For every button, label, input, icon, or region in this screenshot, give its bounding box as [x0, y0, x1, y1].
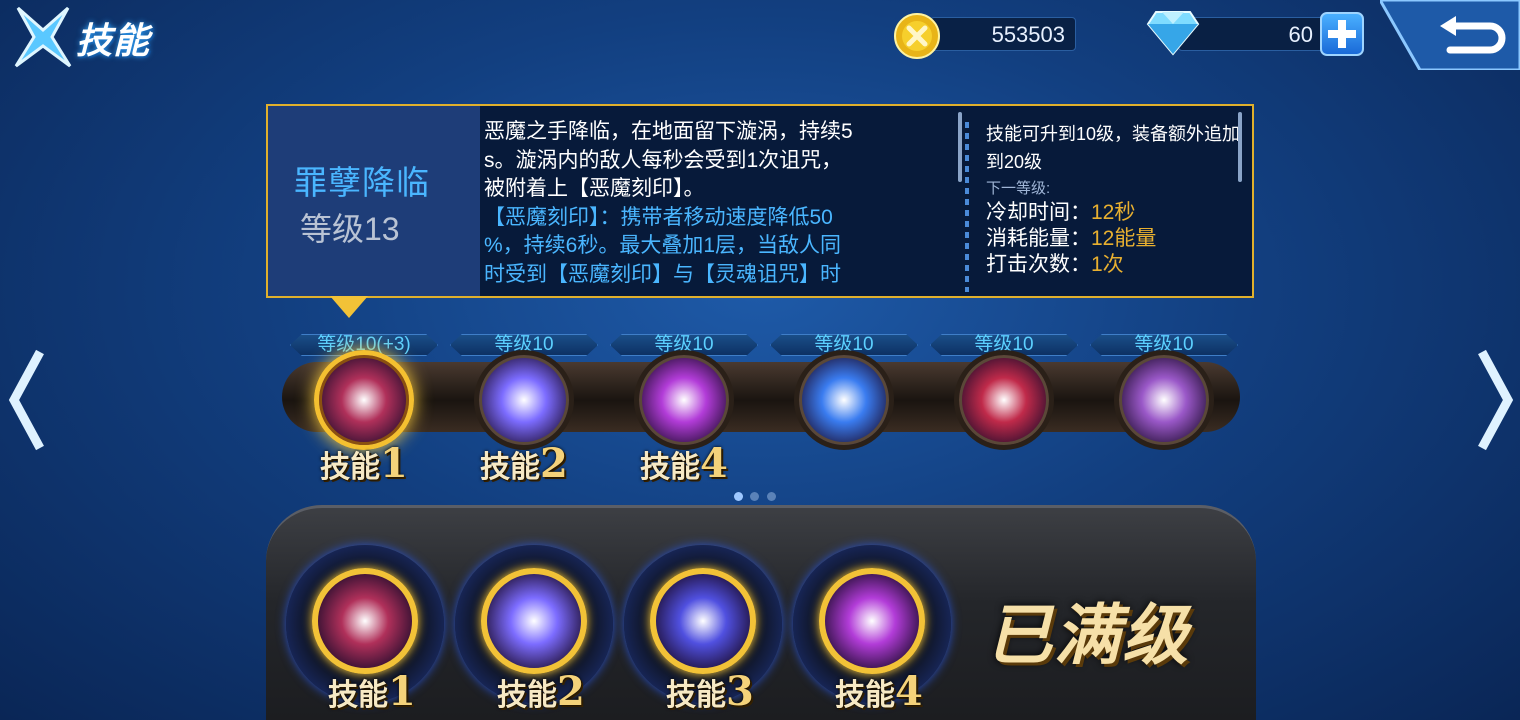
purple-vortex-icon[interactable] — [819, 568, 925, 674]
next-page-arrow[interactable] — [1474, 344, 1516, 456]
add-gems-button[interactable] — [1320, 12, 1364, 56]
gold-coin-icon — [894, 13, 940, 59]
light-burst-icon[interactable] — [481, 568, 587, 674]
equip-slot-label: 技能3 — [666, 668, 754, 715]
diamond-icon — [1146, 11, 1200, 56]
skill-belt — [282, 362, 1240, 432]
page-dot[interactable] — [767, 492, 776, 501]
purple-vortex-icon[interactable] — [634, 350, 734, 450]
eye-rune-icon[interactable] — [650, 568, 756, 674]
level-cap-note: 技能可升到10级，装备额外追加到20级 — [986, 124, 1241, 172]
crimson-slash-icon[interactable] — [954, 350, 1054, 450]
prev-page-arrow[interactable] — [6, 344, 48, 456]
page-dot[interactable] — [734, 492, 743, 501]
desc-line: s。漩涡内的敌人每秒会受到1次诅咒， — [484, 148, 843, 172]
desc-line: 被附着上【恶魔刻印】。 — [484, 177, 705, 200]
demon-claw-icon[interactable] — [314, 350, 414, 450]
gem-amount: 60 — [1288, 22, 1313, 47]
selection-pointer — [330, 296, 368, 318]
coin-counter: 553503 — [930, 17, 1076, 51]
equip-slot-label: 技能2 — [497, 668, 585, 715]
skill-slot-label: 技能1 — [320, 440, 408, 487]
skill-description[interactable]: 恶魔之手降临，在地面留下漩涡，持续5 s。漩涡内的敌人每秒会受到1次诅咒， 被附… — [484, 118, 954, 290]
light-burst-icon[interactable] — [474, 350, 574, 450]
next-level-label: 下一等级: — [986, 180, 1051, 197]
equip-slot-label: 技能1 — [328, 668, 416, 715]
back-button[interactable] — [1380, 0, 1520, 70]
skill-slot-label: 技能2 — [480, 440, 568, 487]
stat-row: 打击次数：1次 — [986, 253, 1124, 276]
skill-name: 罪孽降临 — [294, 164, 430, 201]
blue-whirlwind-icon[interactable] — [794, 350, 894, 450]
max-level-status: 已满级 — [986, 597, 1190, 674]
description-scrollbar[interactable] — [958, 112, 962, 182]
x-emblem-icon — [14, 6, 72, 68]
equip-slot-label: 技能4 — [835, 668, 923, 715]
skill-info-panel: 罪孽降临 等级13 恶魔之手降临，在地面留下漩涡，持续5 s。漩涡内的敌人每秒会… — [266, 104, 1254, 298]
phantom-wing-icon[interactable] — [1114, 350, 1214, 450]
desc-line: 恶魔之手降临，在地面留下漩涡，持续5 — [484, 120, 853, 143]
desc-line: %，持续6秒。最大叠加1层，当敌人同 — [484, 234, 842, 257]
divider — [965, 122, 969, 292]
skill-summary: 罪孽降临 等级13 — [268, 106, 480, 296]
level-info[interactable]: 技能可升到10级，装备额外追加到20级 下一等级: 冷却时间：12秒 消耗能量：… — [986, 120, 1248, 292]
demon-claw-icon[interactable] — [312, 568, 418, 674]
desc-line: 时受到【恶魔刻印】与【灵魂诅咒】时 — [484, 262, 841, 286]
page-dot[interactable] — [750, 492, 759, 501]
stat-row: 冷却时间：12秒 — [986, 201, 1136, 224]
skill-level: 等级13 — [300, 211, 400, 247]
page-title: 技能 — [76, 21, 151, 62]
level-info-scrollbar[interactable] — [1238, 112, 1242, 182]
coin-amount: 553503 — [991, 22, 1065, 47]
plus-icon — [1328, 20, 1356, 48]
stat-row: 消耗能量：12能量 — [986, 227, 1157, 250]
desc-line: 【恶魔刻印】：携带者移动速度降低50 — [484, 205, 833, 229]
skill-slot-label: 技能4 — [640, 440, 728, 487]
